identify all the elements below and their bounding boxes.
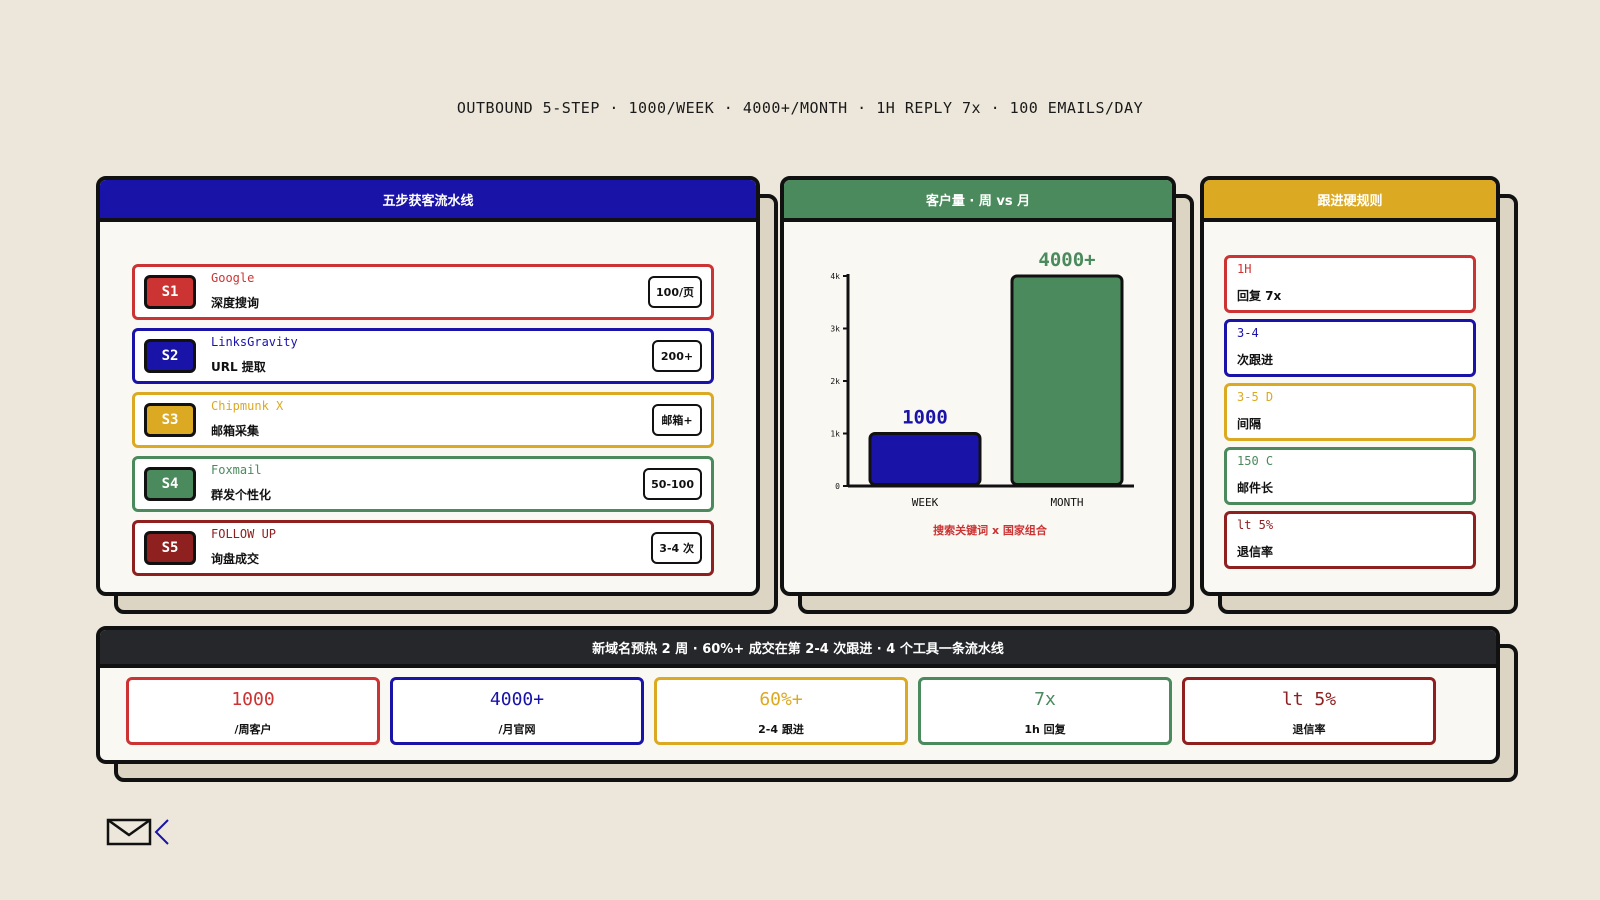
rules-list: 1H 回复 7x 3-4 次跟进 3-5 D 间隔 150 C 邮件长 lt 5% 退信率 (1224, 255, 1476, 575)
step-tool: LinksGravity (211, 335, 298, 349)
step-desc: 询盘成交 (211, 552, 260, 566)
rules-header: 跟进硬规则 (1204, 180, 1496, 222)
stat-label: 2-4 跟进 (758, 723, 804, 736)
stat-value: 7x (1034, 689, 1056, 710)
pipeline-step-1: S1 Google 深度搜询 100/页 (132, 264, 714, 320)
step-tool: Google (211, 271, 255, 285)
chart-caption: 搜索关键词 x 国家组合 (933, 523, 1048, 537)
summary-header: 新域名预热 2 周 · 60%+ 成交在第 2-4 次跟进 · 4 个工具一条流… (100, 630, 1496, 668)
rule-key: 3-5 D (1237, 390, 1274, 404)
step-badge: S3 (144, 403, 196, 437)
stat-value: lt 5% (1281, 689, 1337, 710)
step-metric: 50-100 (643, 468, 702, 500)
x-tick-label: WEEK (912, 496, 939, 509)
volume-panel: 客户量 · 周 vs 月 0 1k 2k 3k 4k 1000 WEEK 4000+ MONTH… (780, 176, 1196, 614)
stat-card: 7x 1h 回复 (918, 677, 1172, 745)
stat-label: /周客户 (234, 723, 272, 736)
step-badge: S1 (144, 275, 196, 309)
rule-key: 150 C (1237, 454, 1274, 468)
step-metric: 100/页 (648, 276, 702, 308)
pipeline-panel: 五步获客流水线 S1 Google 深度搜询 100/页 S2 LinksGravity U… (96, 176, 778, 614)
rule-label: 次跟进 (1237, 353, 1274, 367)
step-desc: URL 提取 (211, 360, 266, 374)
stat-value: 4000+ (489, 689, 545, 710)
volume-bar-chart: 0 1k 2k 3k 4k 1000 WEEK 4000+ MONTH 搜索关键词 x 国家组合 (830, 249, 1134, 537)
stat-card: 60%+ 2-4 跟进 (654, 677, 908, 745)
summary-panel: 新域名预热 2 周 · 60%+ 成交在第 2-4 次跟进 · 4 个工具一条流… (96, 626, 1520, 782)
y-tick-label: 2k (830, 377, 840, 386)
step-badge: S5 (144, 531, 196, 565)
step-badge: S4 (144, 467, 196, 501)
stat-card: 1000/周客户 (126, 677, 380, 745)
pipeline-header: 五步获客流水线 (100, 180, 756, 222)
stat-card: 4000+ /月官网 (390, 677, 644, 745)
rule-item: 3-5 D 间隔 (1224, 383, 1476, 441)
rule-item: 1H 回复 7x (1224, 255, 1476, 313)
pipeline-step-5: S5 FOLLOW UP 询盘成交 3-4 次 (132, 520, 714, 576)
rule-label: 回复 7x (1237, 289, 1282, 303)
rule-label: 退信率 (1237, 545, 1274, 559)
step-desc: 深度搜询 (211, 296, 260, 310)
pipeline-step-2: S2 LinksGravity URL 提取 200+ (132, 328, 714, 384)
stat-label: 退信率 (1292, 723, 1326, 736)
summary-stats: 1000/周客户 4000+ /月官网 60%+ 2-4 跟进 7x 1h 回复 lt 5% 退… (126, 677, 1446, 745)
step-metric: 邮箱+ (652, 404, 702, 436)
pipeline-steps: S1 Google 深度搜询 100/页 S2 LinksGravity URL 提取 200… (132, 264, 714, 584)
stat-label: /月官网 (498, 723, 536, 736)
pipeline-step-3: S3 Chipmunk X 邮箱采集 邮箱+ (132, 392, 714, 448)
pipeline-step-4: S4 Foxmail 群发个性化 50-100 (132, 456, 714, 512)
rule-label: 间隔 (1237, 417, 1262, 431)
y-tick-label: 0 (835, 482, 840, 491)
y-tick-label: 4k (830, 272, 840, 281)
rule-key: 1H (1237, 262, 1252, 276)
rule-item: 3-4 次跟进 (1224, 319, 1476, 377)
y-tick-label: 1k (830, 430, 840, 439)
step-tool: Foxmail (211, 463, 262, 477)
volume-header: 客户量 · 周 vs 月 (784, 180, 1172, 222)
rule-key: 3-4 (1237, 326, 1259, 340)
rule-item: 150 C 邮件长 (1224, 447, 1476, 505)
x-tick-label: MONTH (1050, 496, 1083, 509)
stat-value: 1000 (231, 689, 275, 710)
step-tool: FOLLOW UP (211, 527, 277, 541)
bar-month (1010, 274, 1124, 486)
stat-label: 1h 回复 (1024, 723, 1066, 736)
step-metric: 3-4 次 (651, 532, 702, 564)
bar-value-label: 1000 (902, 407, 948, 429)
rule-item: lt 5% 退信率 (1224, 511, 1476, 569)
rule-key: lt 5% (1237, 518, 1274, 532)
rule-label: 邮件长 (1237, 481, 1274, 495)
step-tool: Chipmunk X (211, 399, 284, 413)
page-title: OUTBOUND 5-STEP · 1000/WEEK · 4000+/MONT… (456, 99, 1144, 117)
bar-week (868, 432, 982, 486)
stat-card: lt 5% 退信率 (1182, 677, 1436, 745)
stat-value: 60%+ (759, 689, 803, 710)
step-metric: 200+ (652, 340, 702, 372)
step-badge: S2 (144, 339, 196, 373)
bar-value-label: 4000+ (1038, 249, 1095, 271)
y-tick-label: 3k (830, 325, 840, 334)
step-desc: 群发个性化 (211, 488, 272, 502)
mail-logo-icon (106, 818, 169, 846)
step-desc: 邮箱采集 (211, 424, 260, 438)
rules-panel: 跟进硬规则 1H 回复 7x 3-4 次跟进 3-5 D 间隔 150 C 邮件长 lt 5% 退… (1200, 176, 1520, 614)
